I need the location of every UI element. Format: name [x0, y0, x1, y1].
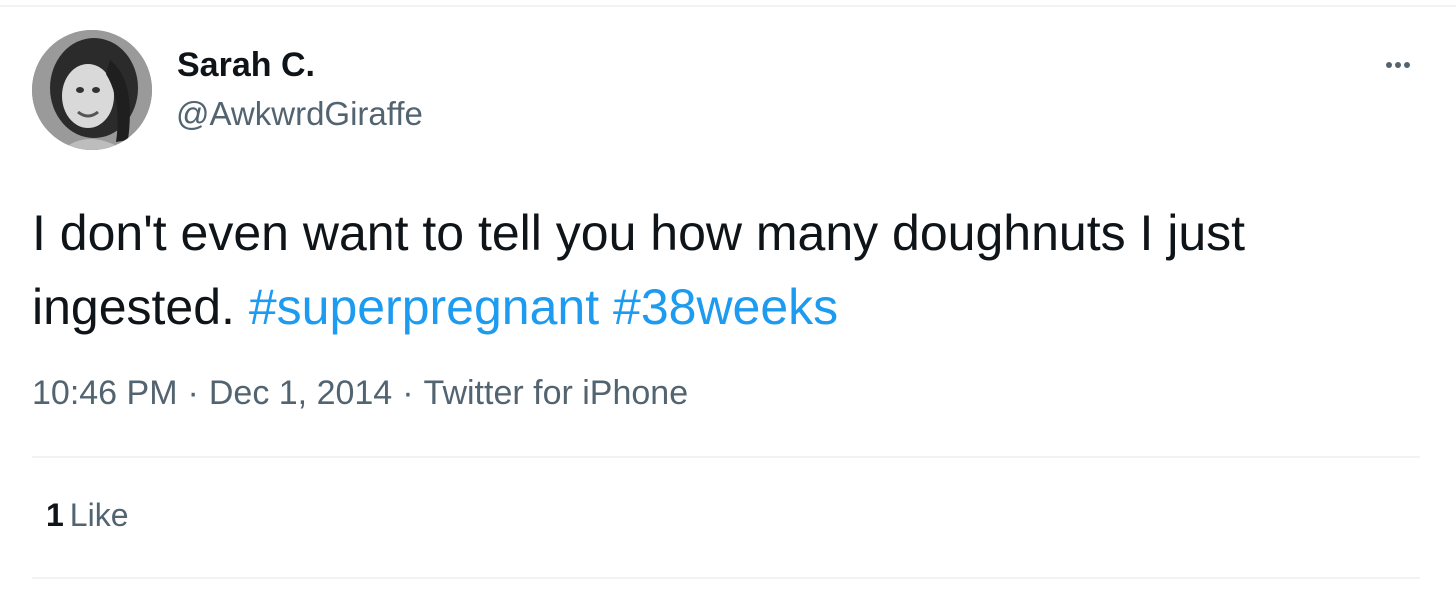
tweet-date: Dec 1, 2014: [208, 374, 393, 412]
tweet-metadata: 10:46 PM · Dec 1, 2014 · Twitter for iPhone: [32, 374, 688, 413]
author-handle[interactable]: @AwkwrdGiraffe: [176, 95, 423, 133]
hashtag-link[interactable]: #superpregnant: [249, 279, 599, 335]
meta-separator: ·: [402, 374, 414, 412]
more-horizontal-icon: [1386, 62, 1392, 68]
more-options-button[interactable]: [1376, 50, 1420, 80]
avatar-image: [32, 30, 152, 150]
likes-link[interactable]: 1 Like: [46, 497, 129, 534]
tweet-time: 10:46 PM: [32, 374, 178, 412]
like-count: 1: [46, 497, 64, 533]
meta-separator: ·: [187, 374, 199, 412]
hashtag-link[interactable]: #38weeks: [613, 279, 838, 335]
tweet-timestamp-link[interactable]: 10:46 PM · Dec 1, 2014: [32, 374, 392, 412]
more-horizontal-icon-dot: [1395, 62, 1401, 68]
avatar[interactable]: [32, 30, 152, 150]
tweet-text: I don't even want to tell you how many d…: [32, 196, 1432, 344]
divider: [32, 456, 1420, 458]
tweet-source-link[interactable]: Twitter for iPhone: [424, 374, 689, 412]
like-label: Like: [69, 497, 129, 533]
tweet-card: Sarah C. @AwkwrdGiraffe I don't even wan…: [0, 0, 1456, 600]
author-display-name[interactable]: Sarah C.: [177, 46, 315, 85]
divider: [32, 577, 1420, 579]
more-horizontal-icon-dot: [1404, 62, 1410, 68]
